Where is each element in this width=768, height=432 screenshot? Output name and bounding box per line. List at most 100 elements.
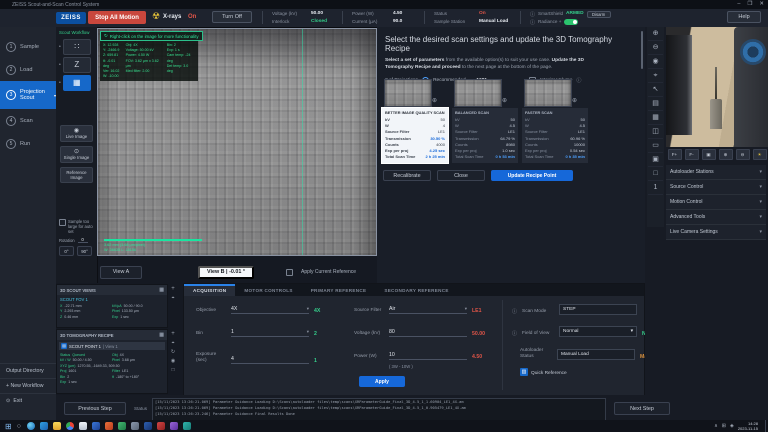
scan-card-better-quality[interactable]: BETTER IMAGE QUALITY SCAN kV50 W4 Source… xyxy=(382,108,448,163)
search-icon[interactable]: ○ xyxy=(17,423,21,430)
update-recipe-point-button[interactable]: Update Recipe Point xyxy=(491,170,573,181)
taskbar-app-icon[interactable] xyxy=(92,422,100,430)
box-icon[interactable]: □ xyxy=(171,367,174,373)
target-icon[interactable]: ⌖ xyxy=(172,295,175,301)
sidebar-item-run[interactable]: 5 Run xyxy=(0,132,56,155)
xray-image-viewer[interactable]: ↻ Right-click on the image for more func… xyxy=(97,28,377,256)
taskbar-app-icon[interactable] xyxy=(79,422,87,430)
smartshield-disarm-button[interactable]: Disarm xyxy=(587,11,611,18)
accordion-motion-control[interactable]: Motion Control▾ xyxy=(666,195,766,210)
taskbar-app-icon[interactable] xyxy=(27,422,35,430)
grid-icon[interactable]: ▦ xyxy=(159,332,164,338)
focus-plus-button[interactable]: F+ xyxy=(668,149,682,160)
tab-primary-reference[interactable]: PRIMARY REFERENCE xyxy=(302,284,376,296)
view-b-button[interactable]: View B | -0.01 ° xyxy=(198,266,254,279)
focus-minus-button[interactable]: F- xyxy=(685,149,699,160)
stop-all-motion-button[interactable]: Stop All Motion xyxy=(88,11,146,24)
taskbar-app-icon[interactable] xyxy=(118,422,126,430)
scan-mode-input[interactable]: STEP xyxy=(559,304,637,315)
rotate-0-button[interactable]: 0° xyxy=(59,246,74,256)
turn-off-button[interactable]: Turn Off xyxy=(212,11,252,23)
apply-reference-checkbox[interactable] xyxy=(286,269,293,276)
target-icon[interactable]: ⌖ xyxy=(172,340,175,346)
zoom-out-icon[interactable]: ⊖ xyxy=(736,149,750,160)
annotate-icon[interactable]: ▣ xyxy=(648,153,663,167)
maximize-icon[interactable]: ❐ xyxy=(747,1,752,7)
taskbar-app-icon[interactable] xyxy=(170,422,178,430)
live-image-button[interactable]: ◉ Live Image xyxy=(60,125,93,142)
autoloader-status-input[interactable]: Manual Load xyxy=(557,349,635,360)
single-image-button[interactable]: ⊙ Single Image xyxy=(60,146,93,163)
scout-fov-item[interactable]: SCOUT FOV 1 xyxy=(57,295,167,303)
voltage-input[interactable]: 80 xyxy=(389,329,467,337)
sidebar-item-load[interactable]: 2 Load xyxy=(0,58,56,81)
camera-icon[interactable]: ◉ xyxy=(648,55,663,69)
refresh-icon[interactable]: ↻ xyxy=(171,349,175,355)
close-icon[interactable]: ✕ xyxy=(759,1,764,7)
taskbar-app-icon[interactable] xyxy=(66,422,74,430)
tray-network-icon[interactable]: ⊞ xyxy=(722,423,726,429)
apply-button[interactable]: Apply xyxy=(359,376,405,387)
rotation-input[interactable]: 0 xyxy=(78,237,88,243)
bin-dropdown[interactable]: 1▾ xyxy=(231,329,309,337)
grid-icon[interactable]: ▦ xyxy=(159,287,164,293)
cursor-icon[interactable]: ↖ xyxy=(648,83,663,97)
target-icon[interactable]: ⌖ xyxy=(648,69,663,83)
scout-point-item[interactable]: ▤ SCOUT POINT 1 | View 1 xyxy=(59,342,165,350)
recalibrate-button[interactable]: Recalibrate xyxy=(383,170,431,181)
taskbar-app-icon[interactable] xyxy=(144,422,152,430)
objective-dropdown[interactable]: 4X▾ xyxy=(231,306,309,314)
start-button[interactable]: ⊞ xyxy=(5,422,12,431)
tab-secondary-reference[interactable]: SECONDARY REFERENCE xyxy=(375,284,457,296)
power-input[interactable]: 10 xyxy=(389,352,467,360)
field-of-view-dropdown[interactable]: Normal▾ xyxy=(559,326,637,337)
accordion-autoloader-stations[interactable]: Autoloader Stations▾ xyxy=(666,165,766,180)
sidebar-item-sample[interactable]: 1 Sample xyxy=(0,35,56,58)
scan-preview-faster[interactable] xyxy=(524,79,572,107)
box-icon[interactable]: □ xyxy=(648,167,663,181)
scan-preview-quality[interactable] xyxy=(384,79,432,107)
scan-card-faster[interactable]: FASTER SCAN kV50 W4.5 Source FilterLE1 T… xyxy=(522,108,588,163)
zoom-in-icon[interactable]: ⊕ xyxy=(648,27,663,41)
taskbar-app-icon[interactable] xyxy=(131,422,139,430)
scan-preview-balanced[interactable] xyxy=(454,79,502,107)
previous-step-button[interactable]: Previous Step xyxy=(64,402,126,415)
taskbar-app-icon[interactable] xyxy=(105,422,113,430)
lamp-icon[interactable]: ☀ xyxy=(753,149,767,160)
grid-icon[interactable]: ▦ xyxy=(648,111,663,125)
magnify-icon[interactable]: ⊕ xyxy=(572,97,577,104)
layout-icon[interactable]: ◫ xyxy=(648,125,663,139)
quick-reference-icon[interactable]: ▥ xyxy=(520,368,528,376)
reference-image-button[interactable]: Reference Image xyxy=(60,167,93,183)
help-button[interactable]: Help xyxy=(727,11,761,23)
source-filter-dropdown[interactable]: Air▾ xyxy=(389,306,467,314)
add-icon[interactable]: + xyxy=(171,331,175,337)
view-a-button[interactable]: View A xyxy=(100,266,142,279)
magnify-icon[interactable]: ⊕ xyxy=(432,97,437,104)
output-directory-button[interactable]: Output Directory xyxy=(0,363,56,378)
recipe-scrollbar[interactable] xyxy=(641,31,643,69)
save-icon[interactable]: ▣ xyxy=(702,149,716,160)
scout-step-zstack[interactable]: • Z xyxy=(59,57,94,73)
histogram-icon[interactable]: ▤ xyxy=(648,97,663,111)
scout-step-points[interactable]: • ∷ xyxy=(59,39,94,55)
accordion-advanced-tools[interactable]: Advanced Tools▾ xyxy=(666,210,766,225)
tray-volume-icon[interactable]: ◈ xyxy=(730,423,734,429)
single-view-icon[interactable]: 1 xyxy=(648,181,663,195)
taskbar-app-icon[interactable] xyxy=(157,422,165,430)
tray-expand-icon[interactable]: ∧ xyxy=(714,423,718,429)
add-icon[interactable]: + xyxy=(171,286,175,292)
zoom-in-icon[interactable]: ⊕ xyxy=(719,149,733,160)
magnify-icon[interactable]: ⊕ xyxy=(502,97,507,104)
exit-button[interactable]: ⊙ Exit xyxy=(0,393,56,408)
minimize-icon[interactable]: – xyxy=(737,1,740,7)
next-step-button[interactable]: Next Step xyxy=(614,402,670,415)
tab-acquisition[interactable]: ACQUISITION xyxy=(184,284,235,296)
rotate-90-button[interactable]: 90° xyxy=(77,246,92,256)
close-button[interactable]: Close xyxy=(437,170,485,181)
accordion-source-control[interactable]: Source Control▾ xyxy=(666,180,766,195)
sample-too-large-checkbox[interactable] xyxy=(59,219,66,226)
exposure-input[interactable]: 4 xyxy=(231,356,309,364)
taskbar-app-icon[interactable] xyxy=(53,422,61,430)
status-log[interactable]: [15/11/2023 13:26:21.069] Parameter Guid… xyxy=(152,398,606,421)
